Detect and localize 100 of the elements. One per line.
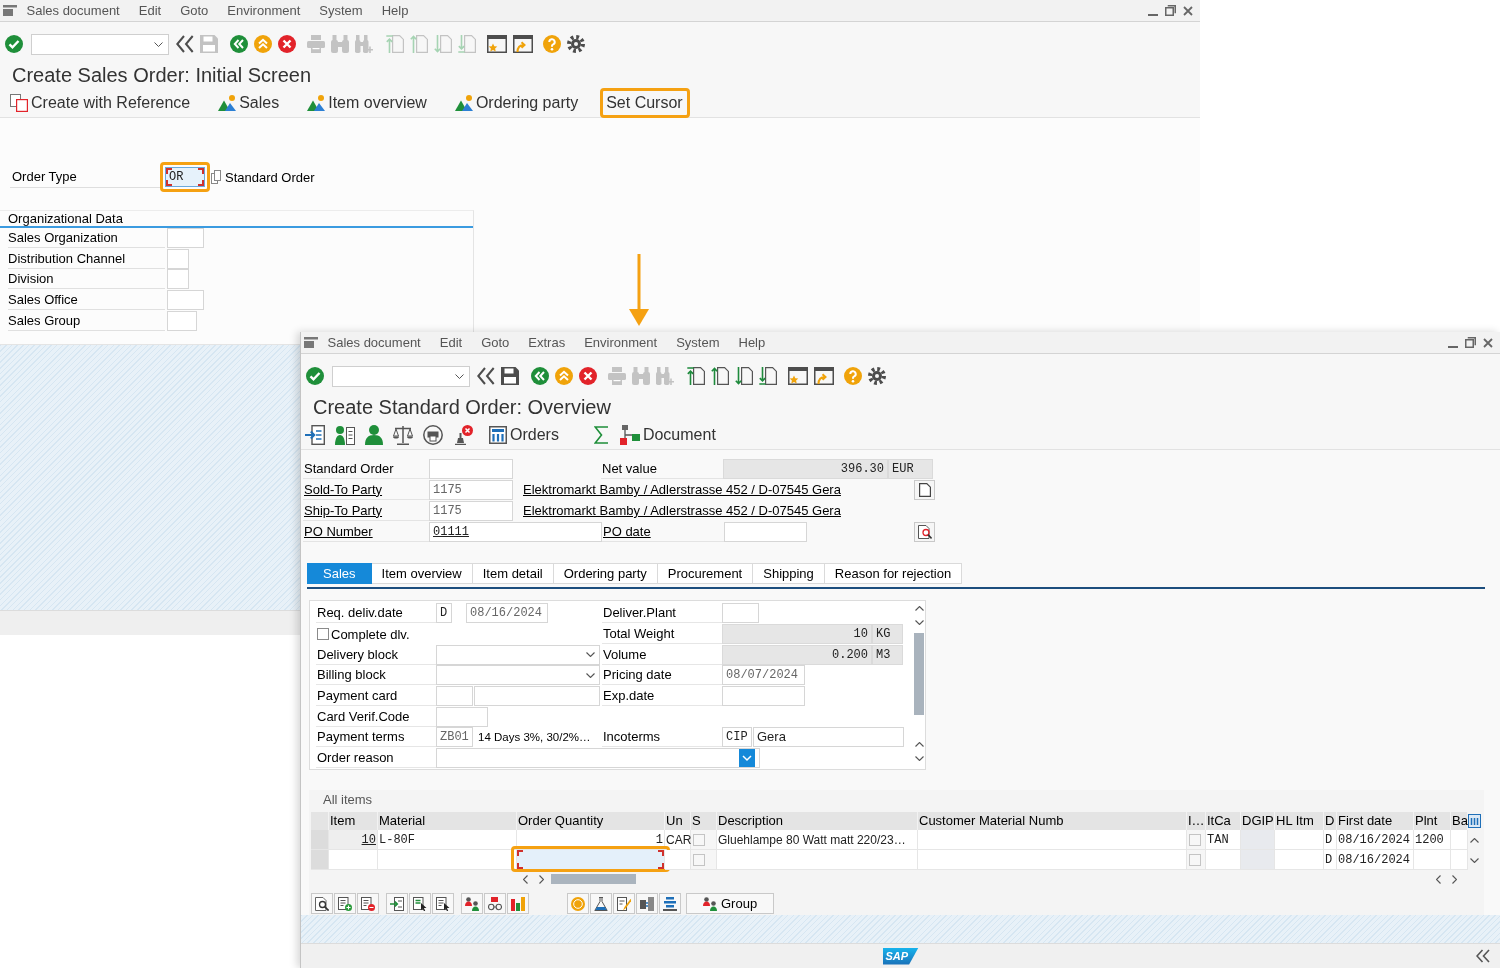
input-field[interactable]: CIP bbox=[722, 727, 752, 748]
menu-item[interactable]: Sales document bbox=[318, 332, 431, 353]
toolbar-button[interactable] bbox=[357, 893, 379, 914]
chevron-down-icon[interactable] bbox=[586, 652, 595, 658]
checkbox[interactable] bbox=[317, 628, 329, 641]
input-field[interactable]: KG bbox=[872, 624, 903, 645]
table-cell[interactable] bbox=[1187, 830, 1206, 850]
scrollbar-thumb[interactable] bbox=[914, 633, 924, 715]
input-field[interactable]: ZB01 bbox=[436, 727, 473, 748]
toolbar-button[interactable] bbox=[484, 893, 506, 914]
menu-item[interactable]: System bbox=[309, 0, 373, 21]
table-cell[interactable] bbox=[691, 850, 717, 870]
checkbox[interactable] bbox=[693, 853, 705, 866]
table-cell[interactable] bbox=[717, 850, 918, 870]
table-cell[interactable] bbox=[329, 850, 378, 870]
column-header[interactable]: Item bbox=[329, 812, 378, 830]
check-icon[interactable] bbox=[306, 367, 324, 385]
table-cell[interactable]: CAR bbox=[665, 830, 691, 850]
toolbar-button[interactable] bbox=[386, 893, 408, 914]
double-up-icon[interactable] bbox=[254, 35, 272, 53]
scroll-right-icon[interactable] bbox=[539, 875, 544, 884]
table-cell[interactable] bbox=[1275, 830, 1324, 850]
icon-button[interactable] bbox=[914, 521, 935, 542]
table-cell[interactable] bbox=[1451, 830, 1468, 850]
command-field[interactable] bbox=[332, 365, 470, 387]
column-settings-icon[interactable] bbox=[1468, 814, 1481, 828]
table-cell[interactable] bbox=[1275, 850, 1324, 870]
menu-item[interactable]: Goto bbox=[170, 0, 218, 21]
input-field[interactable]: 01111 bbox=[429, 521, 602, 542]
page-top-arrow-icon[interactable] bbox=[687, 367, 705, 385]
check-icon[interactable] bbox=[5, 35, 23, 53]
toolbar-button[interactable] bbox=[432, 893, 454, 914]
input-field[interactable] bbox=[722, 686, 805, 707]
column-header[interactable]: Customer Material Numb bbox=[918, 812, 1187, 830]
scroll-left-icon[interactable] bbox=[523, 875, 528, 884]
input-field[interactable]: 1175 bbox=[429, 500, 513, 521]
input-field[interactable]: Gera bbox=[753, 727, 904, 748]
column-header[interactable]: I… bbox=[1187, 812, 1206, 830]
tab[interactable]: Procurement bbox=[657, 563, 754, 584]
address-link[interactable]: Elektromarkt Bamby / Adlerstrasse 452 / D-07545 Gera bbox=[523, 503, 841, 518]
column-header[interactable]: ItCa bbox=[1206, 812, 1241, 830]
checkbox[interactable] bbox=[1189, 853, 1201, 866]
table-cell[interactable]: Gluehlampe 80 Watt matt 220/23… bbox=[717, 830, 918, 850]
settings-icon[interactable] bbox=[868, 367, 886, 385]
input-field[interactable] bbox=[436, 686, 473, 707]
back-icon[interactable] bbox=[531, 367, 549, 385]
command-field[interactable] bbox=[31, 33, 169, 55]
input-field[interactable]: 10 bbox=[722, 624, 872, 645]
toolbar-button[interactable]: Orders bbox=[483, 419, 566, 450]
tab[interactable]: Item detail bbox=[472, 563, 554, 584]
double-chevron-icon[interactable] bbox=[176, 35, 194, 53]
column-header[interactable]: First date bbox=[1337, 812, 1414, 830]
scroll-left-icon[interactable] bbox=[1436, 875, 1441, 884]
input-field[interactable] bbox=[429, 458, 513, 479]
table-cell[interactable] bbox=[918, 850, 1187, 870]
toolbar-button[interactable] bbox=[613, 893, 635, 914]
column-header[interactable]: Ba bbox=[1451, 812, 1468, 830]
person-list-icon[interactable] bbox=[335, 424, 355, 445]
address-link[interactable]: Elektromarkt Bamby / Adlerstrasse 452 / D-07545 Gera bbox=[523, 482, 841, 497]
input-field[interactable] bbox=[722, 603, 759, 624]
toolbar-button[interactable] bbox=[334, 893, 356, 914]
input-field[interactable]: 08/07/2024 bbox=[722, 665, 805, 686]
scroll-up-icon[interactable] bbox=[914, 742, 924, 747]
close-icon[interactable] bbox=[1483, 337, 1493, 348]
restore-icon[interactable] bbox=[1165, 5, 1176, 16]
person-icon[interactable] bbox=[365, 424, 383, 445]
table-cell[interactable]: TAN bbox=[1206, 830, 1241, 850]
table-cell[interactable]: D bbox=[1324, 830, 1337, 850]
menu-item[interactable]: Help bbox=[729, 332, 775, 353]
checkbox[interactable] bbox=[1189, 833, 1201, 846]
toolbar-button[interactable] bbox=[659, 893, 681, 914]
scroll-up-icon[interactable] bbox=[914, 606, 924, 611]
menu-item[interactable]: Help bbox=[372, 0, 418, 21]
minimize-icon[interactable] bbox=[1448, 345, 1458, 348]
menu-item[interactable]: Edit bbox=[129, 0, 171, 21]
table-cell[interactable]: 10 bbox=[329, 830, 378, 850]
toolbar-button[interactable]: Set Cursor bbox=[600, 87, 690, 118]
table-cell[interactable]: L-80F bbox=[378, 830, 517, 850]
toolbar-button[interactable]: Create with Reference bbox=[4, 87, 198, 118]
double-chevron-icon[interactable] bbox=[1476, 949, 1490, 963]
minimize-icon[interactable] bbox=[1148, 13, 1158, 16]
column-header[interactable]: HL Itm bbox=[1275, 812, 1324, 830]
tab[interactable]: Item overview bbox=[371, 563, 473, 584]
cancel-icon[interactable] bbox=[579, 367, 597, 385]
menu-item[interactable]: Environment bbox=[574, 332, 667, 353]
menu-item[interactable]: Extras bbox=[518, 332, 575, 353]
input-field[interactable] bbox=[167, 290, 204, 311]
table-cell[interactable] bbox=[691, 830, 717, 850]
scroll-down-icon[interactable] bbox=[1470, 857, 1479, 863]
table-cell[interactable] bbox=[1414, 850, 1451, 870]
tab[interactable]: Reason for rejection bbox=[824, 563, 963, 584]
restore-icon[interactable] bbox=[1465, 337, 1476, 348]
chevron-down-icon[interactable] bbox=[739, 749, 755, 768]
toolbar-button[interactable]: Item overview bbox=[301, 87, 434, 118]
input-field[interactable]: 1175 bbox=[429, 479, 513, 500]
tab[interactable]: Ordering party bbox=[553, 563, 658, 584]
input-field[interactable]: D bbox=[436, 603, 452, 624]
table-cell[interactable] bbox=[665, 850, 691, 870]
help-icon[interactable] bbox=[844, 367, 862, 385]
menu-item[interactable]: Environment bbox=[217, 0, 310, 21]
